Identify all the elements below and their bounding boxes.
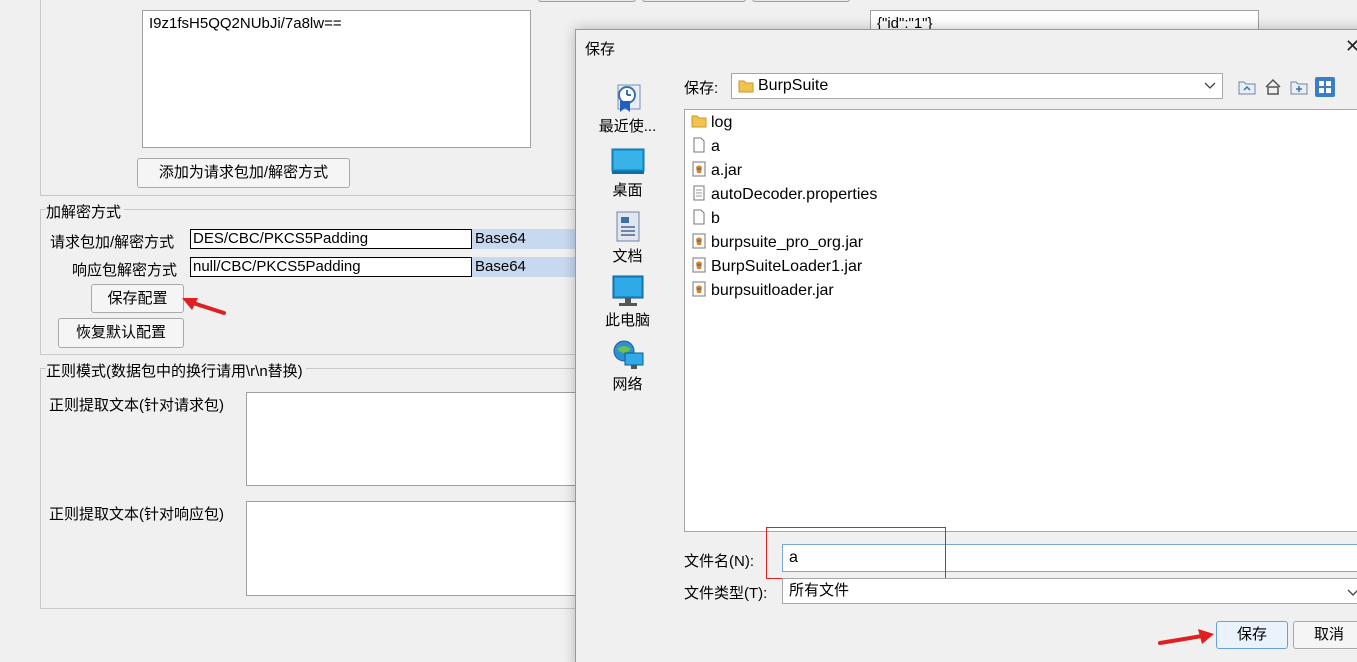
request-method-label: 请求包加/解密方式 <box>50 234 175 251</box>
save-button[interactable]: 保存 <box>1216 621 1288 649</box>
restore-default-button[interactable]: 恢复默认配置 <box>58 318 184 348</box>
place-computer[interactable]: 此电脑 <box>577 275 678 330</box>
jar-file-icon <box>692 257 706 273</box>
filetype-select[interactable]: 所有文件 <box>782 578 1357 604</box>
close-icon[interactable]: ✕ <box>1345 36 1357 57</box>
file-icon <box>693 137 705 153</box>
file-icon <box>693 209 705 225</box>
chevron-down-icon <box>1347 589 1357 596</box>
list-item[interactable]: burpsuitloader.jar <box>691 280 834 302</box>
regex-response-textarea[interactable] <box>246 501 580 596</box>
regex-response-label: 正则提取文本(针对响应包) <box>49 506 224 523</box>
look-in-combo[interactable]: BurpSuite <box>731 73 1223 99</box>
cancel-button[interactable]: 取消 <box>1293 621 1357 649</box>
look-in-label: 保存: <box>684 80 719 97</box>
file-name: a <box>711 138 720 155</box>
top-button-stub[interactable] <box>538 0 636 2</box>
place-label: 网络 <box>612 376 643 393</box>
list-item[interactable]: a <box>691 136 720 158</box>
file-name: burpsuitloader.jar <box>711 282 834 299</box>
list-item[interactable]: log <box>691 112 732 134</box>
file-list[interactable]: log a a.jar autoDecoder.properties b bur… <box>684 109 1357 532</box>
text-file-icon <box>693 185 705 201</box>
panel-border <box>40 0 41 196</box>
filename-label: 文件名(N): <box>684 553 754 570</box>
folder-icon <box>691 115 707 128</box>
place-label: 文档 <box>612 248 643 265</box>
place-desktop[interactable]: 桌面 <box>577 147 678 200</box>
place-network[interactable]: 网络 <box>577 339 678 394</box>
place-documents[interactable]: 文档 <box>577 211 678 266</box>
annotation-highlight-box <box>766 527 946 579</box>
file-name: burpsuite_pro_org.jar <box>711 234 864 251</box>
list-item[interactable]: b <box>691 208 720 230</box>
file-name: a.jar <box>711 162 743 179</box>
save-dialog: 保存 ✕ 最近使... 桌面 文档 此电脑 网络 保存: BurpSuite l… <box>575 29 1357 662</box>
response-method-label: 响应包解密方式 <box>72 262 178 279</box>
jar-file-icon <box>692 161 706 177</box>
panel-border <box>40 195 580 196</box>
place-label: 桌面 <box>612 182 643 199</box>
annotation-arrow-icon <box>1158 629 1214 645</box>
response-method-field[interactable]: null/CBC/PKCS5Padding <box>190 257 472 277</box>
list-item[interactable]: autoDecoder.properties <box>691 184 877 206</box>
network-icon <box>613 340 643 369</box>
documents-icon <box>616 211 639 242</box>
home-icon[interactable] <box>1263 77 1283 97</box>
list-item[interactable]: burpsuite_pro_org.jar <box>691 232 863 254</box>
file-name: autoDecoder.properties <box>711 186 878 203</box>
regex-request-textarea[interactable] <box>246 392 580 486</box>
add-as-request-method-button[interactable]: 添加为请求包加/解密方式 <box>137 158 350 188</box>
dialog-title: 保存 <box>585 41 616 58</box>
file-name: log <box>711 114 733 131</box>
folder-icon <box>738 80 754 93</box>
regex-section-title: 正则模式(数据包中的换行请用\r\n替换) <box>46 360 306 381</box>
new-folder-icon[interactable] <box>1289 77 1309 97</box>
top-button-stub[interactable] <box>752 0 850 2</box>
list-item[interactable]: a.jar <box>691 160 742 182</box>
encryption-section-title: 加解密方式 <box>46 201 125 222</box>
request-encoding-select[interactable]: Base64 <box>472 229 580 249</box>
ciphertext-text: I9z1fsH5QQ2NUbJi/7a8lw== <box>149 15 342 32</box>
recent-icon <box>617 84 640 112</box>
current-folder: BurpSuite <box>758 77 829 94</box>
file-name: BurpSuiteLoader1.jar <box>711 258 863 275</box>
jar-file-icon <box>692 233 706 249</box>
file-name: b <box>711 210 720 227</box>
top-button-stub[interactable] <box>642 0 746 2</box>
request-method-field[interactable]: DES/CBC/PKCS5Padding <box>190 229 472 249</box>
computer-icon <box>612 275 643 306</box>
place-label: 最近使... <box>598 118 657 135</box>
place-recent[interactable]: 最近使... <box>577 81 678 136</box>
annotation-arrow-icon <box>182 298 226 315</box>
save-config-button[interactable]: 保存配置 <box>91 284 184 313</box>
regex-request-label: 正则提取文本(针对请求包) <box>49 397 224 414</box>
response-encoding-select[interactable]: Base64 <box>472 257 580 277</box>
ciphertext-textarea[interactable]: I9z1fsH5QQ2NUbJi/7a8lw== <box>142 10 531 148</box>
place-label: 此电脑 <box>604 312 650 329</box>
filetype-label: 文件类型(T): <box>684 585 768 602</box>
up-folder-icon[interactable] <box>1237 77 1257 97</box>
list-view-icon[interactable] <box>1315 77 1335 97</box>
filetype-value: 所有文件 <box>789 582 850 599</box>
desktop-icon <box>611 148 644 174</box>
list-item[interactable]: BurpSuiteLoader1.jar <box>691 256 862 278</box>
chevron-down-icon <box>1204 82 1216 89</box>
places-bar: 最近使... 桌面 文档 此电脑 网络 <box>577 71 678 662</box>
jar-file-icon <box>692 281 706 297</box>
